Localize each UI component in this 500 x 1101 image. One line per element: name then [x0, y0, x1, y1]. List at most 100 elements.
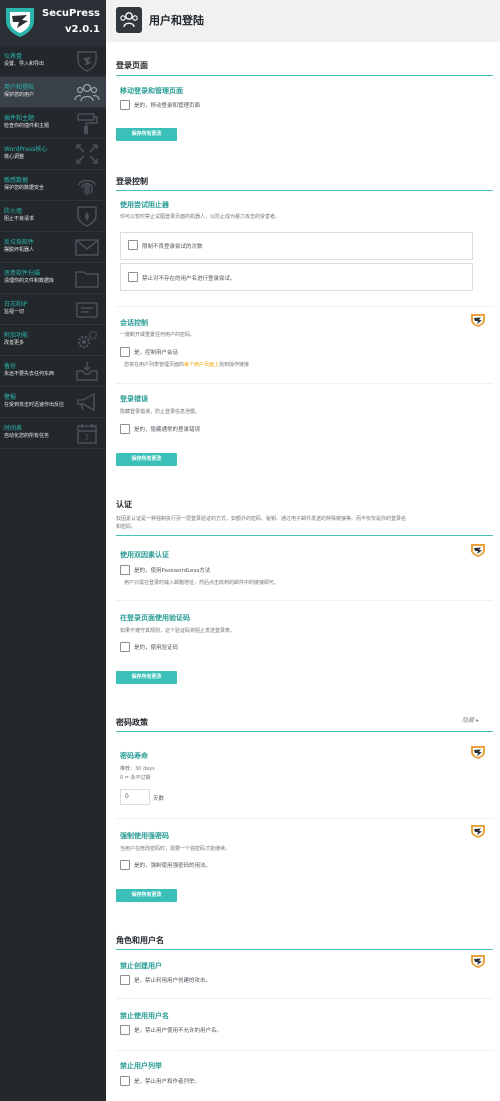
session-control-label: 是，控制用户会话 — [134, 350, 179, 356]
move-login-label: 是的，移动登录和管理页面 — [134, 103, 201, 109]
mail-icon — [75, 239, 99, 256]
option-desc-login-errors: 隐藏登录错误，防止登录信息泄露。 — [120, 409, 201, 415]
option-title-move-login: 移动登录和管理页面 — [120, 87, 183, 95]
sidebar-item-logs[interactable]: 日志和IP 监视一切 — [0, 294, 106, 325]
app-name: SecuPress — [42, 8, 100, 19]
captcha-checkbox[interactable] — [120, 642, 130, 652]
sidebar-item-sub: 保护您的用户 — [4, 92, 35, 98]
sidebar-item-antispam[interactable]: 反垃圾邮件 摆脱坏机器人 — [0, 232, 106, 263]
limit-attempts-label: 限制不良登录尝试的次数 — [142, 244, 203, 250]
app-version: v2.0.1 — [65, 24, 100, 35]
divider — [116, 383, 493, 384]
section-title-password-policy: 密码政策 — [116, 718, 148, 727]
move-login-checkbox[interactable] — [120, 100, 130, 110]
sidebar-item-alerts[interactable]: 警报 在受到攻击时迅速作出反应 — [0, 387, 106, 418]
login-errors-label: 是的，隐藏通常的登录错误 — [134, 427, 201, 433]
password-lifespan-recommended: 推荐：30 days — [120, 766, 155, 772]
two-factor-checkbox[interactable] — [120, 565, 130, 575]
option-desc-session-control: 一键断开或重置任何用户的密码。 — [120, 332, 196, 338]
option-title-block-user-enumeration: 禁止用户列举 — [120, 1062, 162, 1070]
sidebar-item-sensitive-data[interactable]: 敏感数据 保护您的数据安全 — [0, 170, 106, 201]
sidebar-item-sub: 监视一切 — [4, 309, 25, 315]
gears-icon — [77, 330, 98, 349]
session-control-checkbox[interactable] — [120, 347, 130, 357]
pro-badge-icon — [471, 746, 485, 759]
divider — [116, 1050, 493, 1051]
sidebar-item-label: 反垃圾邮件 — [4, 239, 35, 246]
main-content: 用户和登陆 登录页面 移动登录和管理页面 是的，移动登录和管理页面 保存所有更改… — [106, 0, 500, 1101]
divider — [116, 998, 493, 999]
section-title-roles-usernames: 角色和用户名 — [116, 936, 164, 945]
section-divider — [116, 731, 493, 732]
option-title-block-usernames: 禁止使用用户名 — [120, 1012, 169, 1020]
sidebar: SecuPress v2.0.1 仪表盘 设置、导入和导出 用户和登陆 保护您的… — [0, 0, 106, 1101]
sidebar-item-label: 附加功能 — [4, 332, 29, 339]
inbox-icon — [76, 362, 98, 381]
section-toggle[interactable]: 隐藏 ▸ — [462, 715, 479, 724]
pro-badge-icon — [471, 825, 485, 838]
sidebar-item-users[interactable]: 用户和登陆 保护您的用户 — [0, 77, 106, 108]
sidebar-item-label: 恶意软件扫描 — [4, 270, 41, 277]
sidebar-item-sub: 清理你的文件和数据库 — [4, 278, 55, 284]
save-button[interactable]: 保存所有更改 — [116, 671, 177, 684]
sidebar-item-label: 备份 — [4, 363, 17, 370]
login-errors-checkbox[interactable] — [120, 424, 130, 434]
sidebar-item-plugins[interactable]: 插件和主题 检查你的插件和主题 — [0, 108, 106, 139]
ban-nonexistent-label: 禁止对不存在的用户名进行登录尝试。 — [142, 276, 236, 282]
ban-nonexistent-checkbox[interactable] — [128, 272, 138, 282]
section-title-login-page: 登录页面 — [116, 61, 148, 70]
megaphone-icon — [77, 392, 95, 412]
sidebar-item-addons[interactable]: 附加功能 改善更多 — [0, 325, 106, 356]
pro-badge-icon — [471, 955, 485, 968]
session-control-note: 您将在用户列表管理页面的每个用户页面上找到操作链接 — [124, 361, 249, 368]
option-desc-captcha: 如果不遵守其规则，这个验证码将阻止发送登录表。 — [120, 628, 236, 634]
section-divider — [116, 949, 493, 950]
section-title-authentication: 认证 — [116, 500, 132, 509]
option-title-strong-passwords: 强制使用强密码 — [120, 832, 169, 840]
sidebar-item-sub: 改善更多 — [4, 340, 25, 346]
section-divider — [116, 535, 493, 536]
option-title-attempts-blocker: 使用尝试阻止器 — [120, 201, 169, 209]
save-button[interactable]: 保存所有更改 — [116, 128, 177, 141]
section-desc-authentication-1: 双因素认证是一种强制执行另一层登录验证的方式，如额外的密码、秘钥、通过电子邮件发… — [116, 516, 407, 522]
user-page-link[interactable]: 每个用户页面上 — [184, 362, 219, 368]
save-button[interactable]: 保存所有更改 — [116, 453, 177, 466]
session-note-post: 找到操作链接 — [219, 362, 250, 368]
strong-passwords-label: 是的，强制使用强密码的用法。 — [134, 863, 212, 869]
sidebar-item-label: 日志和IP — [4, 301, 28, 308]
block-usernames-checkbox[interactable] — [120, 1025, 130, 1035]
option-title-login-errors: 登录错误 — [120, 395, 148, 403]
block-user-enumeration-checkbox[interactable] — [120, 1076, 130, 1086]
page-title: 用户和登陆 — [149, 14, 204, 27]
password-lifespan-input[interactable]: 0 — [120, 789, 150, 805]
sidebar-item-firewall[interactable]: 防火墙 阻止不良请求 — [0, 201, 106, 232]
session-note-pre: 您将在用户列表管理页面的 — [124, 362, 185, 368]
captcha-label: 是的，使用验证码 — [134, 645, 179, 651]
sidebar-item-schedules[interactable]: 时间表 自动化您的所有任务 3 — [0, 418, 106, 449]
fingerprint-icon — [78, 179, 96, 195]
option-desc-strong-passwords: 当用户在修改密码时，需要一个强密码才能继续。 — [120, 846, 231, 852]
log-icon — [76, 302, 98, 318]
two-factor-note: 用户只需在登录时输入邮箱地址，然后点击收到的邮件中的链接即可。 — [124, 580, 280, 586]
sidebar-item-label: 防火墙 — [4, 208, 23, 215]
option-title-two-factor: 使用双因素认证 — [120, 551, 169, 559]
password-lifespan-unit: 天数 — [153, 796, 165, 802]
limit-attempts-checkbox[interactable] — [128, 240, 138, 250]
sidebar-item-core[interactable]: WordPress核心 核心调整 — [0, 139, 106, 170]
strong-passwords-checkbox[interactable] — [120, 860, 130, 870]
sidebar-item-sub: 保护您的数据安全 — [4, 185, 45, 191]
sidebar-item-sub: 阻止不良请求 — [4, 216, 35, 222]
sidebar-item-backup[interactable]: 备份 永远不要失去任何东西 — [0, 356, 106, 387]
folder-icon — [75, 271, 99, 288]
block-user-creation-checkbox[interactable] — [120, 975, 130, 985]
section-divider — [116, 190, 493, 191]
save-button[interactable]: 保存所有更改 — [116, 889, 177, 902]
sidebar-item-dashboard[interactable]: 仪表盘 设置、导入和导出 — [0, 46, 106, 77]
sidebar-item-malware-scan[interactable]: 恶意软件扫描 清理你的文件和数据库 — [0, 263, 106, 294]
sidebar-item-label: 仪表盘 — [4, 53, 23, 60]
pro-badge-icon — [471, 544, 485, 557]
block-user-enumeration-label: 是，禁止用户和作者列举。 — [134, 1079, 201, 1085]
core-arrows-icon — [76, 144, 98, 164]
password-lifespan-zero-note: 0 = 永不过期 — [120, 775, 151, 781]
sidebar-item-label: 敏感数据 — [4, 177, 29, 184]
